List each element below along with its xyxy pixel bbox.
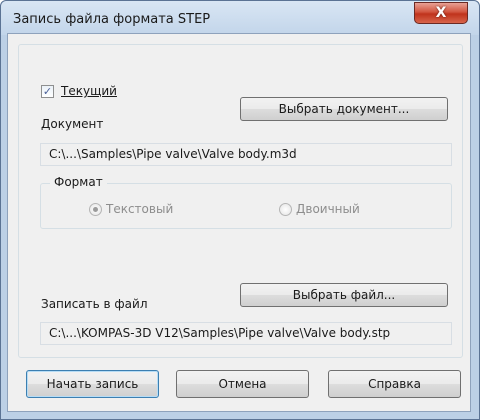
help-button[interactable]: Справка — [328, 370, 461, 398]
radio-binary-format-label[interactable]: Двоичный — [296, 202, 360, 216]
current-checkbox-label[interactable]: Текущий — [61, 84, 117, 98]
cancel-button[interactable]: Отмена — [176, 370, 309, 398]
window-title: Запись файла формата STEP — [13, 12, 211, 27]
radio-text-format-label[interactable]: Текстовый — [106, 202, 173, 216]
format-legend: Формат — [50, 175, 107, 189]
current-checkbox[interactable]: ✓ — [41, 85, 54, 98]
document-label: Документ — [41, 117, 104, 131]
close-button[interactable]: X — [414, 2, 468, 24]
document-path-field[interactable]: C:\...\Samples\Pipe valve\Valve body.m3d — [40, 143, 452, 166]
start-write-button[interactable]: Начать запись — [26, 370, 159, 398]
radio-selected-dot — [93, 207, 98, 212]
select-file-button[interactable]: Выбрать файл... — [240, 283, 448, 307]
output-file-label: Записать в файл — [41, 297, 148, 311]
radio-text-format[interactable] — [89, 203, 102, 216]
title-bar[interactable]: Запись файла формата STEP — [1, 1, 479, 35]
close-icon: X — [435, 5, 447, 21]
select-document-button[interactable]: Выбрать документ... — [240, 97, 448, 121]
checkmark-icon: ✓ — [42, 85, 53, 98]
radio-binary-format[interactable] — [279, 203, 292, 216]
output-path-field[interactable]: C:\...\KOMPAS-3D V12\Samples\Pipe valve\… — [40, 322, 452, 345]
format-group-box — [40, 183, 452, 229]
